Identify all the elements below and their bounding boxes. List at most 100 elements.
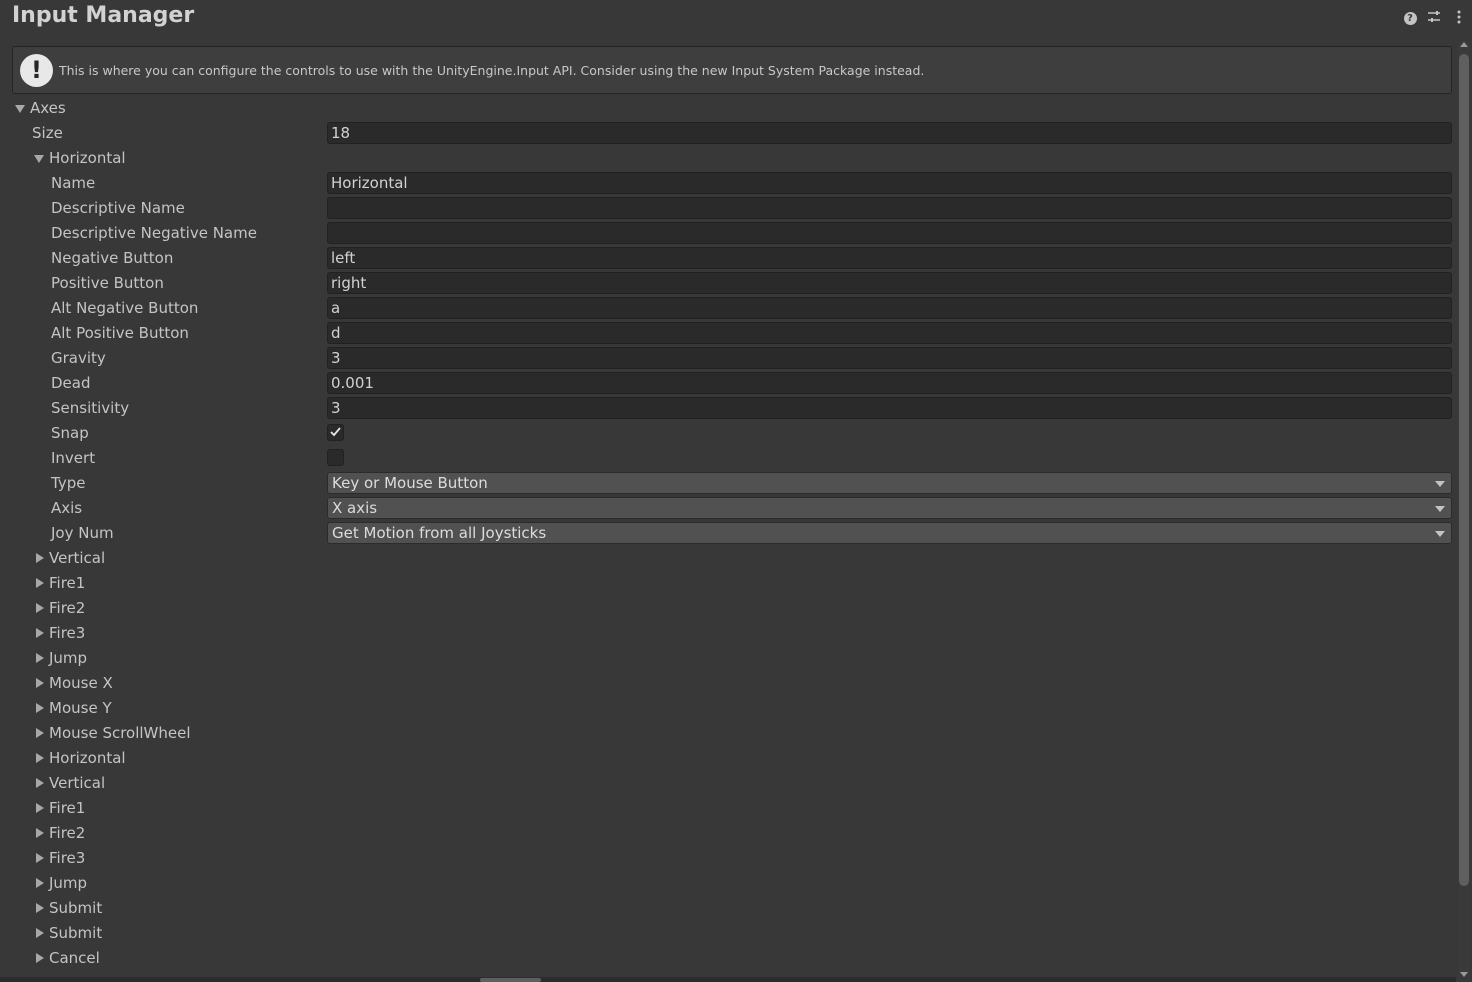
type-row: Type Key or Mouse Button <box>0 471 1456 496</box>
dead-row: Dead 0.001 <box>0 371 1456 396</box>
snap-row: Snap <box>0 421 1456 446</box>
axis-foldout[interactable]: Mouse X <box>0 671 1456 696</box>
snap-label: Snap <box>51 424 89 442</box>
positive-button-row: Positive Button right <box>0 271 1456 296</box>
descriptive-negative-name-row: Descriptive Negative Name <box>0 221 1456 246</box>
axis-dropdown-value: X axis <box>332 499 378 517</box>
axis-foldout[interactable]: Fire1 <box>0 796 1456 821</box>
positive-button-field[interactable]: right <box>327 272 1452 294</box>
axis-foldout-label: Vertical <box>49 549 106 567</box>
alt-positive-button-label: Alt Positive Button <box>51 324 189 342</box>
axis-foldout[interactable]: Submit <box>0 896 1456 921</box>
axis-row: Axis X axis <box>0 496 1456 521</box>
gravity-label: Gravity <box>51 349 106 367</box>
size-field[interactable]: 18 <box>327 122 1452 144</box>
axis-foldout[interactable]: Jump <box>0 871 1456 896</box>
scroll-down-icon[interactable] <box>1460 972 1468 977</box>
sensitivity-field[interactable]: 3 <box>327 397 1452 419</box>
collapse-arrow-icon[interactable] <box>36 678 44 688</box>
dead-field[interactable]: 0.001 <box>327 372 1452 394</box>
invert-checkbox[interactable] <box>327 449 344 466</box>
axis-foldout[interactable]: Mouse ScrollWheel <box>0 721 1456 746</box>
axis-foldout[interactable]: Fire3 <box>0 621 1456 646</box>
collapse-arrow-icon[interactable] <box>36 903 44 913</box>
axis-foldout-label: Jump <box>49 874 88 892</box>
descriptive-name-field[interactable] <box>327 197 1452 219</box>
joy-num-dropdown-value: Get Motion from all Joysticks <box>332 524 547 542</box>
collapse-arrow-icon[interactable] <box>36 653 44 663</box>
gravity-field[interactable]: 3 <box>327 347 1452 369</box>
collapse-arrow-icon[interactable] <box>36 928 44 938</box>
type-dropdown[interactable]: Key or Mouse Button <box>327 472 1452 494</box>
collapse-arrow-icon[interactable] <box>36 753 44 763</box>
collapse-arrow-icon[interactable] <box>36 703 44 713</box>
collapse-arrow-icon[interactable] <box>36 853 44 863</box>
alt-positive-button-row: Alt Positive Button d <box>0 321 1456 346</box>
invert-row: Invert <box>0 446 1456 471</box>
collapse-arrow-icon[interactable] <box>36 778 44 788</box>
axis-foldout[interactable]: Fire2 <box>0 821 1456 846</box>
negative-button-row: Negative Button left <box>0 246 1456 271</box>
dropdown-arrow-icon <box>1435 506 1445 512</box>
checkmark-icon <box>330 427 341 437</box>
warning-icon: ! <box>20 54 53 87</box>
collapse-arrow-icon[interactable] <box>36 953 44 963</box>
axis-foldout[interactable]: Mouse Y <box>0 696 1456 721</box>
alt-positive-button-field[interactable]: d <box>327 322 1452 344</box>
axis-foldout[interactable]: Fire2 <box>0 596 1456 621</box>
size-row: Size 18 <box>0 121 1456 146</box>
scrollbar-thumb[interactable] <box>480 978 541 982</box>
gravity-row: Gravity 3 <box>0 346 1456 371</box>
negative-button-field[interactable]: left <box>327 247 1452 269</box>
collapse-arrow-icon[interactable] <box>36 603 44 613</box>
expand-arrow-icon[interactable] <box>15 105 25 113</box>
kebab-menu-icon[interactable] <box>1451 10 1467 26</box>
info-help-box: ! This is where you can configure the co… <box>12 46 1452 94</box>
axis-foldout[interactable]: Fire1 <box>0 571 1456 596</box>
window-header: Input Manager ? <box>0 0 1472 40</box>
axis-foldout[interactable]: Vertical <box>0 546 1456 571</box>
axis-foldout[interactable]: Fire3 <box>0 846 1456 871</box>
name-row: Name Horizontal <box>0 171 1456 196</box>
axis-dropdown[interactable]: X axis <box>327 497 1452 519</box>
help-icon[interactable]: ? <box>1402 10 1418 26</box>
type-dropdown-value: Key or Mouse Button <box>332 474 488 492</box>
expand-arrow-icon[interactable] <box>34 155 44 163</box>
collapse-arrow-icon[interactable] <box>36 878 44 888</box>
collapse-arrow-icon[interactable] <box>36 553 44 563</box>
vertical-scrollbar[interactable] <box>1458 42 1470 977</box>
axis-foldout-label: Fire2 <box>49 824 86 842</box>
axis-foldout[interactable]: Cancel <box>0 946 1456 971</box>
axis-foldout[interactable]: Horizontal <box>0 746 1456 771</box>
negative-button-label: Negative Button <box>51 249 174 267</box>
alt-negative-button-label: Alt Negative Button <box>51 299 199 317</box>
collapse-arrow-icon[interactable] <box>36 728 44 738</box>
axis-foldout-label: Submit <box>49 924 103 942</box>
axes-foldout[interactable]: Axes <box>0 96 1456 121</box>
invert-label: Invert <box>51 449 96 467</box>
axis-foldout-label: Cancel <box>49 949 100 967</box>
horizontal-scrollbar[interactable] <box>0 977 1456 982</box>
presets-icon[interactable] <box>1426 10 1442 26</box>
scrollbar-thumb[interactable] <box>1459 54 1469 886</box>
snap-checkbox[interactable] <box>327 424 344 441</box>
collapse-arrow-icon[interactable] <box>36 628 44 638</box>
joy-num-dropdown[interactable]: Get Motion from all Joysticks <box>327 522 1452 544</box>
descriptive-negative-name-field[interactable] <box>327 222 1452 244</box>
joy-num-row: Joy Num Get Motion from all Joysticks <box>0 521 1456 546</box>
collapse-arrow-icon[interactable] <box>36 578 44 588</box>
scroll-up-icon[interactable] <box>1460 42 1468 47</box>
collapse-arrow-icon[interactable] <box>36 803 44 813</box>
collapse-arrow-icon[interactable] <box>36 828 44 838</box>
horizontal-axis-foldout[interactable]: Horizontal <box>0 146 1456 171</box>
axes-label: Axes <box>30 99 66 117</box>
alt-negative-button-field[interactable]: a <box>327 297 1452 319</box>
axis-foldout[interactable]: Vertical <box>0 771 1456 796</box>
name-field[interactable]: Horizontal <box>327 172 1452 194</box>
type-label: Type <box>51 474 86 492</box>
descriptive-name-row: Descriptive Name <box>0 196 1456 221</box>
joy-num-label: Joy Num <box>51 524 114 542</box>
axis-foldout[interactable]: Submit <box>0 921 1456 946</box>
axis-foldout[interactable]: Jump <box>0 646 1456 671</box>
axis-foldout-label: Mouse Y <box>49 699 112 717</box>
